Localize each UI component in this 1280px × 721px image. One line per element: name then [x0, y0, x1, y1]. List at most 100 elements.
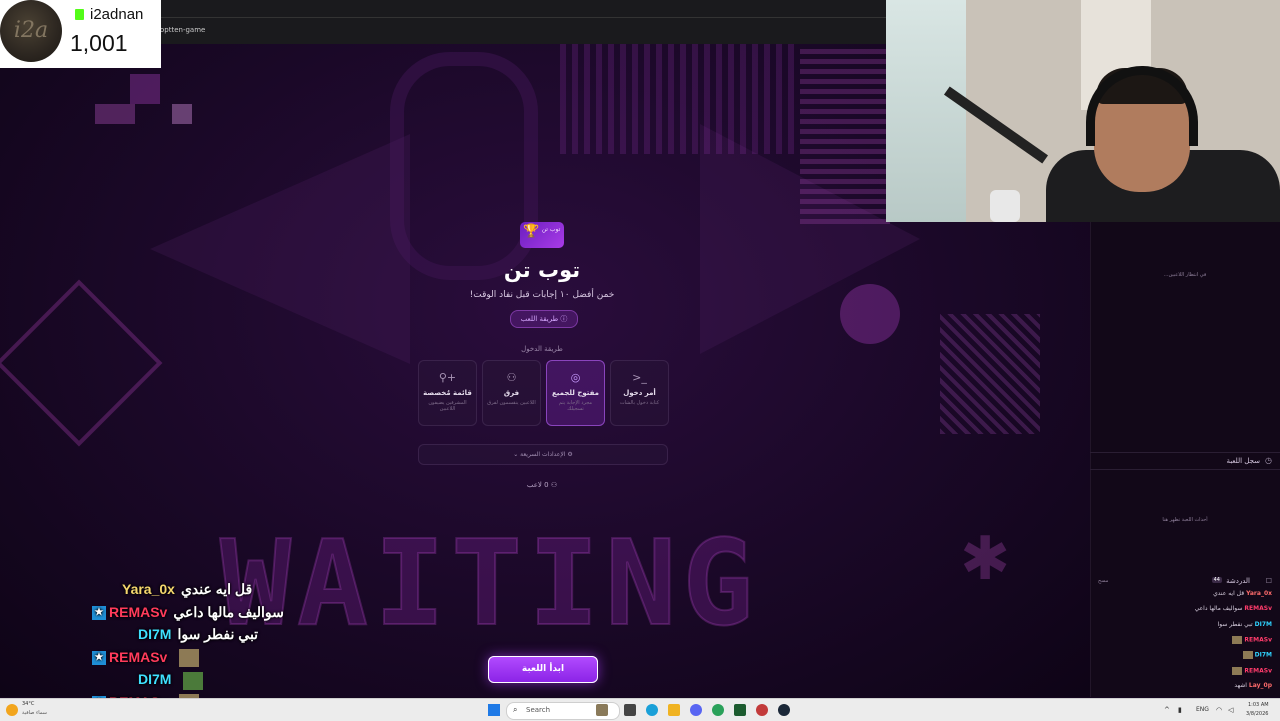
decor-left-arrow: [150, 134, 410, 364]
chrome-icon[interactable]: [712, 704, 724, 716]
settings-icon: ⚙: [567, 451, 573, 458]
chat-username: Yara_0x: [122, 581, 175, 597]
microphone: [990, 190, 1020, 222]
users-icon: ⚇: [506, 371, 517, 384]
mode-desc: مجرد الإجابة يتم تسجيلك: [558, 400, 593, 412]
chat-username: DI7M: [138, 626, 172, 643]
subscriber-badge-icon: ★: [92, 651, 106, 666]
game-log-header[interactable]: سجل اللعبة ◷: [1090, 452, 1280, 470]
sidebar-chat-row: REMASv: [1232, 666, 1272, 675]
sidebar-chat-username: Lay_0p: [1248, 681, 1272, 689]
chat-clear-button[interactable]: مسح: [1098, 578, 1108, 584]
chat-emote: [183, 671, 204, 690]
decor-diamond: [0, 279, 163, 447]
stream-chat-row: Yara_0x قل ايه عندي: [122, 581, 252, 601]
chat-message: سواليف مالها داعي: [173, 603, 284, 620]
user-plus-icon: ⚲+: [438, 371, 457, 384]
kick-icon: [75, 9, 84, 20]
search-icon: ⌕: [513, 705, 518, 714]
start-game-button[interactable]: ابدأ اللعبة: [488, 656, 598, 683]
browser-divider: [160, 17, 886, 18]
logo-label: توب تن: [541, 226, 561, 233]
wifi-icon[interactable]: ◠: [1216, 706, 1222, 714]
sidebar-chat-row: DI7M: [1242, 651, 1272, 660]
chevron-down-icon: ⌄: [513, 451, 519, 458]
mode-title: فرق: [503, 389, 520, 397]
how-to-play-label: طريقة اللعب: [520, 315, 559, 323]
subscriber-badge-icon: ★: [92, 605, 106, 620]
sidebar-chat-username: REMASv: [1244, 605, 1272, 613]
app-icon[interactable]: [734, 704, 746, 716]
decor-circle: [840, 284, 900, 344]
language-indicator[interactable]: ENG: [1196, 706, 1209, 713]
tray-icon[interactable]: ▮: [1178, 706, 1182, 714]
chat-count-badge: 44: [1211, 577, 1222, 583]
chat-username: REMASv: [109, 603, 168, 620]
users-icon: ⚇: [550, 481, 558, 489]
clock-time[interactable]: 1:03 AM: [1248, 702, 1269, 708]
mode-desc: اللاعبين ينقسمون لفرق: [487, 400, 536, 406]
decor-pixel: [95, 104, 135, 124]
sidebar-chat-message: سواليف مالها داعي: [1194, 605, 1243, 613]
mode-open-to-all[interactable]: ◎ مفتوح للجميع مجرد الإجابة يتم تسجيلك: [546, 360, 605, 426]
decor-pixel: [172, 104, 192, 124]
discord-icon[interactable]: [690, 704, 702, 716]
decor-ring: [390, 52, 538, 280]
chat-title: الدردشة: [1226, 577, 1250, 585]
background-waiting-word: WAITING: [219, 513, 760, 653]
decor-star: ✱: [960, 524, 1011, 594]
weather-sun-icon[interactable]: [6, 704, 18, 716]
terminal-icon: >_: [632, 371, 647, 384]
mode-title: أمر دخول: [623, 389, 656, 397]
chevron-up-icon[interactable]: ^: [1164, 706, 1170, 714]
edge-browser-icon[interactable]: [646, 704, 658, 716]
chat-emote: [1232, 635, 1243, 644]
windows-taskbar: [0, 698, 1280, 721]
decor-pixel-field: [560, 44, 800, 154]
sidebar-chat-username: DI7M: [1254, 620, 1272, 628]
search-label: Search: [526, 706, 551, 714]
clock-date[interactable]: 3/8/2026: [1246, 711, 1268, 717]
file-explorer-icon[interactable]: [668, 704, 680, 716]
address-bar-url[interactable]: optten-game: [160, 26, 205, 34]
quick-settings-toggle[interactable]: ⚙ الإعدادات السريعة ⌄: [418, 444, 668, 465]
decor-pixel-field: [800, 44, 890, 224]
chat-emote: [1242, 651, 1253, 660]
stream-chat-row: DI7M تبي نفطر سوا: [138, 626, 258, 646]
app-icon[interactable]: [756, 704, 768, 716]
steam-icon[interactable]: [778, 704, 790, 716]
windows-start-icon[interactable]: [488, 704, 500, 716]
sidebar-chat-username: REMASv: [1244, 636, 1272, 644]
stream-chat-row: ★ REMASv سواليف مالها داعي: [92, 604, 284, 624]
mode-desc: كتابة دخول بالشات: [619, 400, 660, 406]
chat-emote: [179, 649, 200, 668]
decor-pixel-field: [940, 314, 1040, 434]
mode-teams[interactable]: ⚇ فرق اللاعبين ينقسمون لفرق: [482, 360, 541, 426]
mode-custom-list[interactable]: ⚲+ قائمة مُخصصة المشرفين يضيفون اللاعبين: [418, 360, 477, 426]
sidebar-chat-row: REMASv: [1232, 635, 1272, 644]
players-count-label: 0 لاعب: [526, 481, 549, 489]
follower-count: 1,001: [70, 30, 128, 56]
sidebar-chat-row: قل ايه عندي Yara_0x: [1213, 590, 1272, 597]
login-method-label: طريقة الدخول: [521, 345, 563, 353]
weather-description: سماء صافية: [22, 710, 47, 716]
sidebar-chat-username: Yara_0x: [1246, 590, 1272, 597]
game-log-title: سجل اللعبة: [1226, 457, 1260, 465]
task-view-icon[interactable]: [624, 704, 636, 716]
chat-emote: [1232, 666, 1243, 675]
volume-icon[interactable]: ◁: [1228, 706, 1233, 714]
mode-title: مفتوح للجميع: [552, 389, 599, 397]
chat-username: REMASv: [109, 648, 168, 665]
sidebar-chat-row: اشهد Lay_0p: [1234, 682, 1272, 689]
players-count: ⚇ 0 لاعب: [492, 481, 592, 489]
stream-chat-row: DI7M: [138, 671, 204, 691]
chat-username: DI7M: [138, 671, 172, 688]
quick-settings-label: الإعدادات السريعة: [520, 451, 566, 458]
streamer-name: i2adnan: [90, 6, 144, 23]
widgets-app-icon[interactable]: [596, 704, 608, 716]
how-to-play-button[interactable]: ⓘ طريقة اللعب: [510, 310, 578, 328]
webcam-feed: [886, 0, 1280, 222]
sidebar-chat-row: سواليف مالها داعي REMASv: [1195, 605, 1272, 612]
game-title: توب تن: [503, 258, 581, 282]
mode-command-entry[interactable]: >_ أمر دخول كتابة دخول بالشات: [610, 360, 669, 426]
